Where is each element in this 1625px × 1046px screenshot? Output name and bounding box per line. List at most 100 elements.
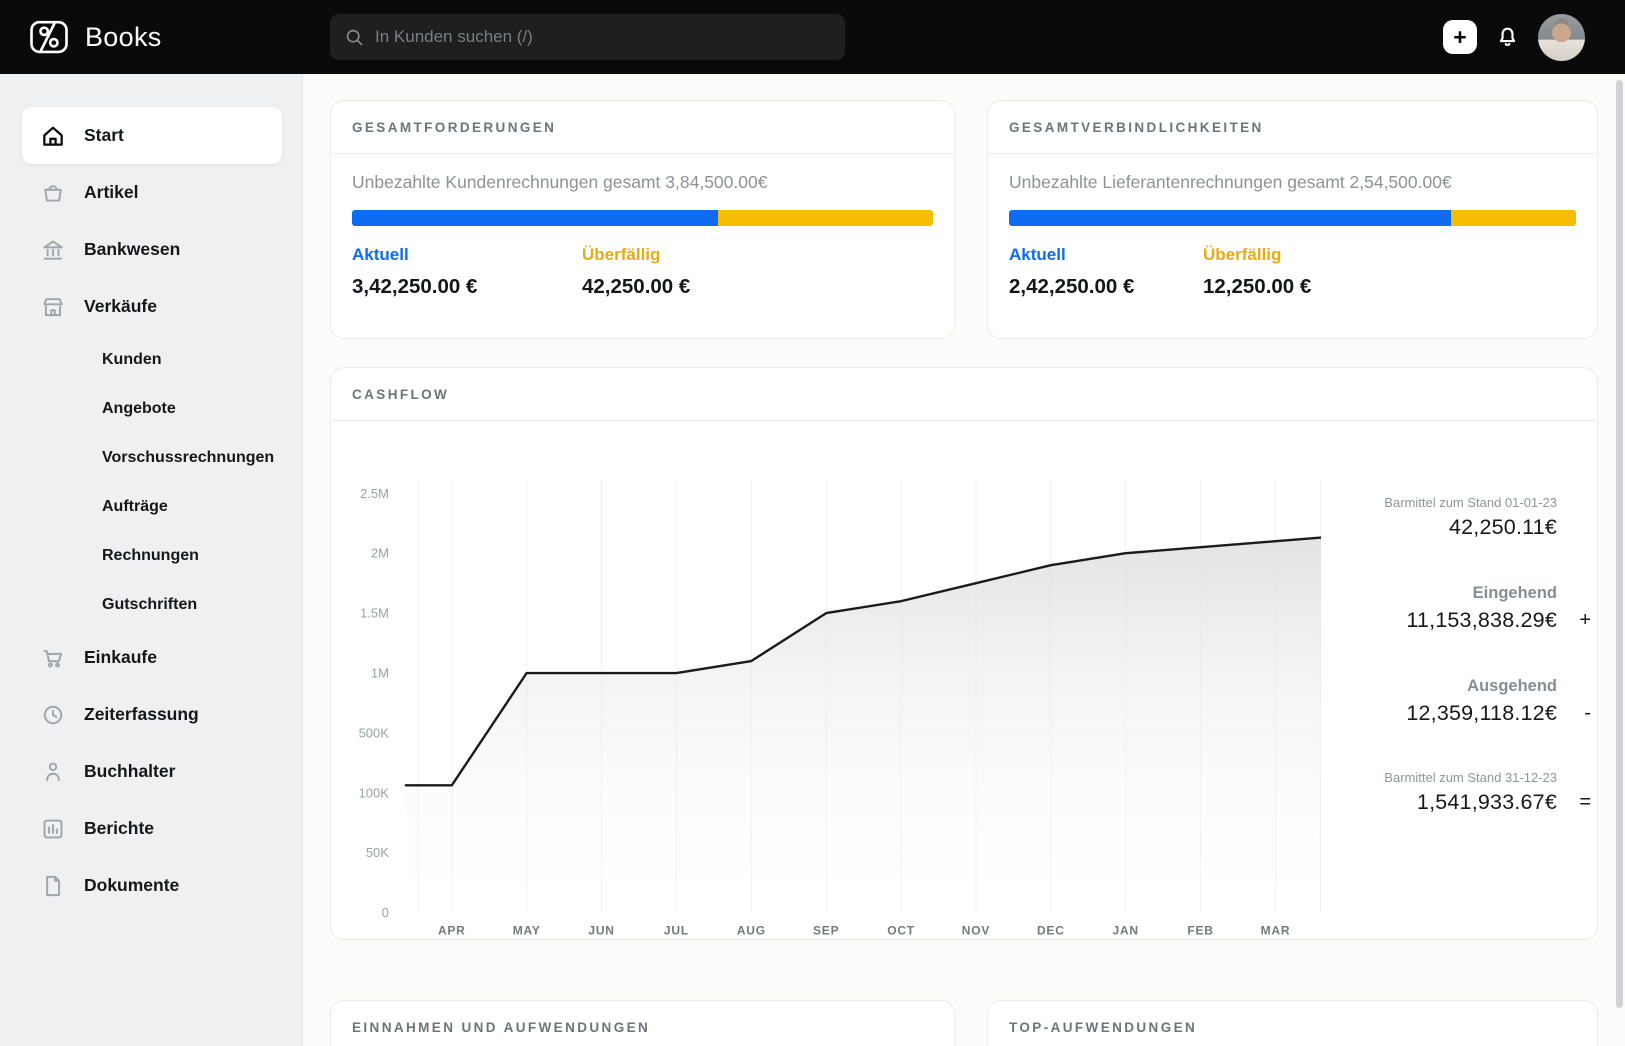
cashflow-summary-value: 11,153,838.29€ xyxy=(1406,608,1557,632)
svg-text:MAR: MAR xyxy=(1261,924,1291,938)
svg-text:JUL: JUL xyxy=(664,924,689,938)
cashflow-summary-sign: + xyxy=(1579,609,1591,631)
sidebar-item-label: Zeiterfassung xyxy=(84,704,199,724)
sidebar-item-label: Berichte xyxy=(84,818,155,838)
search-bar[interactable] xyxy=(330,14,845,60)
sidebar-item-rechnungen[interactable]: Rechnungen xyxy=(0,531,302,580)
svg-text:1M: 1M xyxy=(371,666,389,681)
top-expenses-title: TOP-AUFWENDUNGEN xyxy=(1009,1020,1198,1035)
topbar-actions: + xyxy=(1443,0,1585,74)
cashflow-summary-value-row: 12,359,118.12€ - xyxy=(1321,701,1591,726)
sidebar-item-label: Artikel xyxy=(84,182,139,202)
receivables-current-label: Aktuell xyxy=(352,245,409,264)
cashflow-summary-value: 42,250.11€ xyxy=(1448,515,1557,539)
svg-text:FEB: FEB xyxy=(1187,924,1213,938)
sidebar-item-label: Einkaufe xyxy=(84,647,157,667)
receivables-card: GESAMTFORDERUNGEN Unbezahlte Kundenrechn… xyxy=(330,100,955,339)
cashflow-summary-label: Barmittel zum Stand 31-12-23 xyxy=(1384,770,1557,785)
sidebar-item-label: Kunden xyxy=(102,350,162,368)
sidebar-item-label: Buchhalter xyxy=(84,761,176,781)
sidebar-item-verk-ufe[interactable]: Verkäufe xyxy=(0,278,302,335)
payables-overdue-label: Überfällig xyxy=(1203,245,1282,264)
notifications-bell-icon[interactable] xyxy=(1494,24,1521,51)
receivables-card-header: GESAMTFORDERUNGEN xyxy=(331,101,954,154)
sidebar-item-label: Dokumente xyxy=(84,875,180,895)
svg-text:OCT: OCT xyxy=(887,924,915,938)
cashflow-card: CASHFLOW 0 50K 100K 500K 1M 1.5M 2M 2.5M APR MAY J… xyxy=(330,367,1598,940)
sidebar-item-label: Rechnungen xyxy=(102,546,199,564)
receivables-overdue-label: Überfällig xyxy=(582,245,661,264)
payables-progress-bar xyxy=(1009,210,1576,226)
cashflow-title: CASHFLOW xyxy=(352,386,450,402)
sidebar-item-label: Vorschussrechnungen xyxy=(102,448,275,466)
cashflow-summary-value-row: 1,541,933.67€ = xyxy=(1321,790,1591,815)
receivables-bar-overdue xyxy=(718,210,933,226)
payables-overdue-value: 12,250.00 € xyxy=(1203,275,1312,298)
cashflow-summary-value: 12,359,118.12€ xyxy=(1406,701,1557,725)
user-avatar[interactable] xyxy=(1538,13,1585,61)
cashflow-summary-value-row: 42,250.11€ xyxy=(1321,515,1557,540)
receivables-current-value: 3,42,250.00 € xyxy=(352,275,478,298)
home-icon xyxy=(40,123,66,149)
scrollbar-thumb[interactable] xyxy=(1616,80,1623,1008)
app-logo[interactable]: Books xyxy=(28,16,162,58)
sidebar-item-artikel[interactable]: Artikel xyxy=(0,164,302,221)
app-name: Books xyxy=(85,21,162,52)
income-expense-title: EINNAHMEN UND AUFWENDUNGEN xyxy=(352,1020,651,1035)
receivables-subtitle: Unbezahlte Kundenrechnungen gesamt 3,84,… xyxy=(352,172,768,192)
main-content: GESAMTFORDERUNGEN Unbezahlte Kundenrechn… xyxy=(304,74,1625,1046)
person-icon xyxy=(40,759,66,785)
store-icon xyxy=(40,294,66,320)
books-logo-icon xyxy=(28,16,70,58)
sidebar-item-einkaufe[interactable]: Einkaufe xyxy=(0,629,302,686)
cashflow-summary-label: Eingehend xyxy=(1472,584,1557,602)
quick-add-button[interactable]: + xyxy=(1443,20,1477,54)
search-icon xyxy=(345,28,364,47)
svg-text:DEC: DEC xyxy=(1037,924,1065,938)
sidebar-item-start[interactable]: Start xyxy=(22,107,282,164)
payables-card: GESAMTVERBINDLICHKEITEN Unbezahlte Liefe… xyxy=(987,100,1598,339)
sidebar-item-zeiterfassung[interactable]: Zeiterfassung xyxy=(0,686,302,743)
svg-text:0: 0 xyxy=(382,905,389,920)
sidebar-item-bankwesen[interactable]: Bankwesen xyxy=(0,221,302,278)
sidebar-item-vorschussrechnungen[interactable]: Vorschussrechnungen xyxy=(0,433,302,482)
svg-text:2M: 2M xyxy=(371,546,389,561)
cashflow-summary-sign: - xyxy=(1584,702,1591,724)
payables-current-label: Aktuell xyxy=(1009,245,1066,264)
sidebar-item-buchhalter[interactable]: Buchhalter xyxy=(0,743,302,800)
payables-title: GESAMTVERBINDLICHKEITEN xyxy=(1009,119,1264,135)
sidebar-nav: Start Artikel Bankwesen Verkäufe Kunden Angeb… xyxy=(0,74,303,1046)
sidebar-item-kunden[interactable]: Kunden xyxy=(0,335,302,384)
sidebar-item-label: Bankwesen xyxy=(84,239,181,259)
cashflow-summary-value: 1,541,933.67€ xyxy=(1416,790,1557,814)
cashflow-summary-label: Ausgehend xyxy=(1467,677,1557,695)
svg-text:AUG: AUG xyxy=(737,924,766,938)
svg-text:JAN: JAN xyxy=(1113,924,1139,938)
sidebar-item-berichte[interactable]: Berichte xyxy=(0,800,302,857)
sidebar-item-gutschriften[interactable]: Gutschriften xyxy=(0,580,302,629)
receivables-bar-current xyxy=(352,210,719,226)
barchart-icon xyxy=(40,816,66,842)
svg-text:500K: 500K xyxy=(359,725,390,740)
cashflow-summary-label: Barmittel zum Stand 01-01-23 xyxy=(1384,495,1557,510)
cashflow-summary: Barmittel zum Stand 01-01-23 42,250.11€ Ei… xyxy=(1321,421,1597,939)
sidebar-item-label: Aufträge xyxy=(102,497,168,515)
cashflow-summary-sign: = xyxy=(1579,791,1591,813)
svg-text:MAY: MAY xyxy=(513,924,541,938)
top-bar: Books + xyxy=(0,0,1625,74)
clock-icon xyxy=(40,702,66,728)
receivables-overdue-value: 42,250.00 € xyxy=(582,275,691,298)
payables-subtitle: Unbezahlte Lieferantenrechnungen gesamt … xyxy=(1009,172,1452,192)
payables-bar-overdue xyxy=(1451,210,1576,226)
sidebar-item-angebote[interactable]: Angebote xyxy=(0,384,302,433)
payables-card-header: GESAMTVERBINDLICHKEITEN xyxy=(988,101,1597,154)
svg-text:SEP: SEP xyxy=(813,924,839,938)
search-input[interactable] xyxy=(375,27,830,47)
svg-text:100K: 100K xyxy=(359,785,390,800)
cart-icon xyxy=(40,645,66,671)
sidebar-item-dokumente[interactable]: Dokumente xyxy=(0,857,302,914)
cashflow-card-header: CASHFLOW xyxy=(331,368,1597,421)
sidebar-item-auftr-ge[interactable]: Aufträge xyxy=(0,482,302,531)
income-expense-card: EINNAHMEN UND AUFWENDUNGEN xyxy=(330,1000,955,1046)
svg-text:APR: APR xyxy=(438,924,466,938)
